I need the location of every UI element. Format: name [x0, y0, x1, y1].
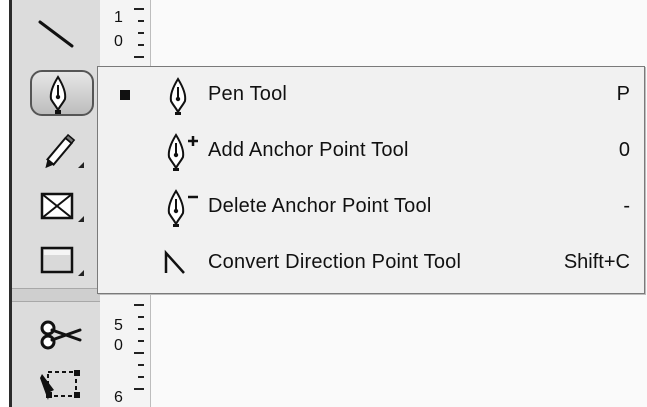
free-transform-icon: [40, 370, 80, 400]
flyout-indicator-icon: [72, 270, 84, 276]
ruler-tick: [138, 376, 144, 378]
menu-item-convert-direction-point-tool[interactable]: Convert Direction Point Tool Shift+C: [98, 235, 644, 291]
ruler-label-bottom: 0: [114, 33, 123, 50]
ruler-tick: [138, 328, 144, 330]
free-transform-tool[interactable]: [30, 362, 90, 406]
menu-item-label: Add Anchor Point Tool: [208, 139, 409, 161]
pen-icon: [169, 77, 187, 115]
ruler-tick: [134, 8, 144, 10]
delete-anchor-point-icon: [167, 189, 198, 227]
line-icon: [38, 20, 74, 48]
ruler-label-bottom: 0: [114, 337, 123, 354]
menu-item-pen-tool[interactable]: Pen Tool P: [98, 67, 644, 123]
ruler-tick: [138, 316, 144, 318]
menu-item-shortcut: P: [616, 83, 630, 105]
ruler-tick: [138, 44, 144, 46]
ruler-tick: [134, 304, 144, 306]
ruler-tick: [134, 388, 144, 390]
menu-item-delete-anchor-point-tool[interactable]: Delete Anchor Point Tool -: [98, 179, 644, 235]
scissors-tool[interactable]: [30, 312, 90, 356]
tools-panel-separator: [12, 288, 100, 302]
ruler-label-top: 1: [114, 9, 123, 26]
menu-item-label: Delete Anchor Point Tool: [208, 195, 432, 217]
menu-item-add-anchor-point-tool[interactable]: Add Anchor Point Tool 0: [98, 123, 644, 179]
rectangle-tool[interactable]: [30, 238, 90, 282]
pen-tool-flyout-menu: Pen Tool P Add Anchor Point Tool 0 Delet…: [97, 66, 645, 294]
add-anchor-point-icon: [167, 133, 198, 171]
rectangle-frame-tool[interactable]: [30, 184, 90, 228]
checked-square-icon: [120, 90, 130, 100]
menu-item-label: Convert Direction Point Tool: [208, 251, 462, 273]
ruler-tick: [138, 20, 144, 22]
flyout-indicator-icon: [72, 216, 84, 222]
ruler-tick: [134, 352, 144, 354]
ruler-tick: [138, 32, 144, 34]
line-tool[interactable]: [30, 12, 90, 56]
menu-item-shortcut: Shift+C: [563, 251, 630, 273]
ruler-tick: [138, 340, 144, 342]
ruler-label-top: 6: [114, 389, 123, 406]
menu-item-shortcut: 0: [618, 139, 630, 161]
menu-item-shortcut: -: [623, 195, 630, 217]
menu-item-label: Pen Tool: [208, 83, 288, 105]
pen-tool[interactable]: [30, 70, 94, 116]
flyout-indicator-icon: [72, 162, 84, 168]
convert-direction-point-icon: [164, 249, 185, 274]
scissors-icon: [40, 320, 82, 350]
pen-icon: [49, 75, 67, 114]
ruler-label-top: 5: [114, 317, 123, 334]
pencil-tool[interactable]: [30, 130, 90, 174]
ruler-tick: [134, 56, 144, 58]
ruler-tick: [138, 364, 144, 366]
